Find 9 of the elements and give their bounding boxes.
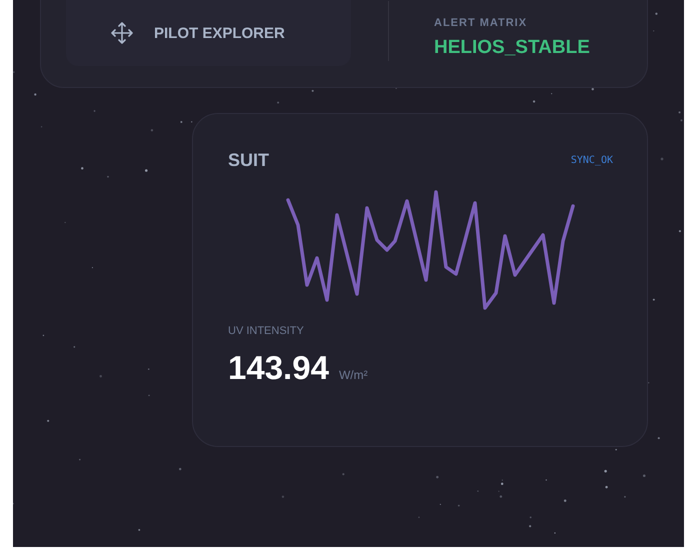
alert-value: HELIOS_STABLE (434, 37, 590, 59)
metric-label: UV INTENSITY (228, 325, 305, 337)
move-icon (110, 21, 134, 45)
pilot-explorer-button[interactable]: PILOT EXPLORER (66, 0, 351, 66)
card-title: SUIT (228, 150, 270, 171)
metric-unit: W/m² (338, 368, 368, 382)
alert-label: ALERT MATRIX (434, 17, 528, 29)
sync-status: SYNC_OK (570, 155, 613, 166)
metric-value: 143.94 (228, 349, 329, 387)
